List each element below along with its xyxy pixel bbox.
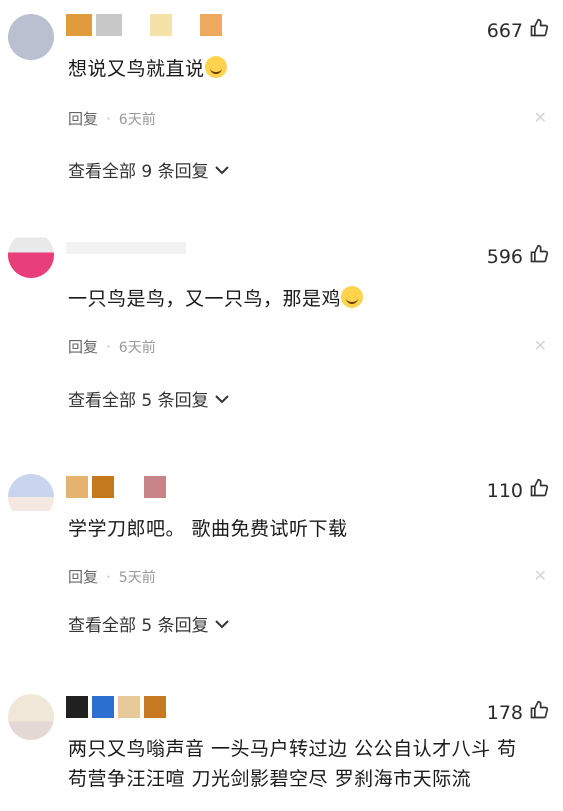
comment-text-line1: 两只又鸟嗡声音 一头马户转过边 公公自认才八斗 苟	[68, 738, 517, 760]
comment-text: 一只鸟是鸟，又一只鸟，那是鸡	[68, 282, 364, 316]
username-redacted[interactable]	[66, 696, 166, 718]
thumbs-up-icon	[529, 18, 549, 43]
close-icon[interactable]: ✕	[534, 108, 547, 127]
comment-item: 596 一只鸟是鸟，又一只鸟，那是鸡 回复 · 6天前 ✕ 查看全部 5 条回复	[0, 232, 563, 452]
avatar[interactable]	[8, 694, 54, 740]
username-redacted[interactable]	[66, 242, 186, 264]
avatar[interactable]	[8, 474, 54, 520]
chevron-down-icon	[214, 614, 229, 634]
like-count: 596	[486, 245, 523, 268]
like-count: 178	[486, 701, 523, 724]
like-button[interactable]: 178	[487, 700, 549, 725]
chevron-down-icon	[214, 389, 229, 409]
view-replies-button[interactable]: 查看全部 9 条回复	[68, 157, 229, 182]
chevron-down-icon	[214, 160, 229, 180]
close-icon[interactable]: ✕	[534, 336, 547, 355]
thumbs-up-icon	[529, 700, 549, 725]
timestamp: 5天前	[118, 569, 156, 586]
comment-item: 110 学学刀郎吧。 歌曲免费试听下载 回复 · 5天前 ✕ 查看全部 5 条回…	[0, 470, 563, 690]
like-count: 667	[486, 19, 523, 42]
like-button[interactable]: 667	[487, 18, 549, 43]
comment-meta: 回复 · 5天前	[68, 566, 156, 587]
like-count: 110	[486, 479, 523, 502]
comment-meta: 回复 · 6天前	[68, 336, 156, 357]
like-button[interactable]: 596	[487, 244, 549, 269]
comment-meta: 回复 · 6天前	[68, 108, 156, 129]
comment-item: 178 两只又鸟嗡声音 一头马户转过边 公公自认才八斗 苟 苟营争汪汪喧 刀光剑…	[0, 690, 563, 811]
comment-item: 667 想说又鸟就直说 回复 · 6天前 ✕ 查看全部 9 条回复	[0, 10, 563, 230]
close-icon[interactable]: ✕	[534, 566, 547, 585]
timestamp: 6天前	[118, 339, 156, 356]
view-replies-button[interactable]: 查看全部 5 条回复	[68, 386, 229, 411]
timestamp: 6天前	[118, 111, 156, 128]
username-redacted[interactable]	[66, 14, 222, 36]
comment-text-line2: 苟营争汪汪喧 刀光剑影碧空尽 罗刹海市天际流	[68, 768, 472, 790]
comment-text: 学学刀郎吧。 歌曲免费试听下载	[68, 518, 348, 540]
comment-text: 想说又鸟就直说	[68, 52, 227, 86]
thumbs-up-icon	[529, 478, 549, 503]
comment-text: 两只又鸟嗡声音 一头马户转过边 公公自认才八斗 苟 苟营争汪汪喧 刀光剑影碧空尽…	[68, 734, 517, 794]
thumbs-up-icon	[529, 244, 549, 269]
reply-button[interactable]: 回复	[68, 336, 98, 357]
reply-button[interactable]: 回复	[68, 108, 98, 129]
view-replies-button[interactable]: 查看全部 5 条回复	[68, 611, 229, 636]
username-redacted[interactable]	[66, 476, 166, 498]
laugh-emoji-icon	[204, 56, 227, 78]
reply-button[interactable]: 回复	[68, 566, 98, 587]
laugh-emoji-icon	[341, 286, 364, 308]
like-button[interactable]: 110	[487, 478, 549, 503]
avatar[interactable]	[8, 14, 54, 60]
avatar[interactable]	[8, 232, 54, 278]
